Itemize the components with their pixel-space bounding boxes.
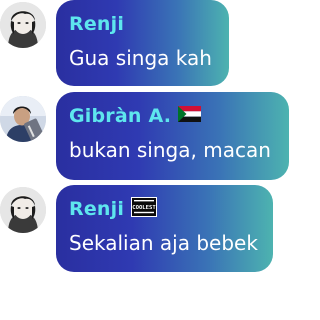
message-text: Sekalian aja bebek	[69, 231, 258, 255]
badge-label: COOLEST	[132, 205, 156, 211]
sudan-flag-icon	[178, 106, 202, 126]
author-row: Renji	[69, 12, 216, 36]
message-text: Gua singa kah	[69, 46, 212, 70]
avatar[interactable]	[0, 2, 46, 48]
author-row: Renji COOLEST	[69, 197, 260, 221]
message-bubble: Renji Gua singa kah	[56, 0, 229, 86]
avatar-image-renji	[0, 2, 46, 48]
message-bubble: Gibràn A. bukan singa, macan	[56, 92, 289, 180]
author-name[interactable]: Gibràn A.	[69, 105, 171, 127]
avatar[interactable]	[0, 187, 46, 233]
avatar-image-gibran	[0, 96, 46, 142]
avatar[interactable]	[0, 96, 46, 142]
coolest-badge-icon: COOLEST	[131, 197, 158, 221]
message-bubble: Renji COOLEST Sekalian aja bebek	[56, 185, 273, 272]
chat-thread: Renji Gua singa kah Gibràn A. bukan sing…	[0, 0, 289, 320]
author-row: Gibràn A.	[69, 104, 276, 128]
author-name[interactable]: Renji	[69, 13, 124, 35]
message-text: bukan singa, macan	[69, 138, 271, 162]
avatar-image-renji	[0, 187, 46, 233]
author-name[interactable]: Renji	[69, 198, 124, 220]
